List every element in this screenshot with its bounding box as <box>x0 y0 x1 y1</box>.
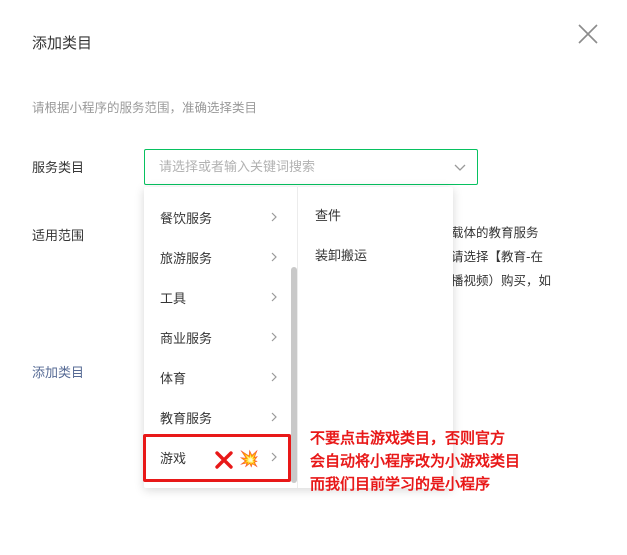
level1-item[interactable]: 餐饮服务 <box>144 197 290 237</box>
level2-item[interactable]: 装卸搬运 <box>315 245 367 264</box>
level1-item[interactable]: 教育服务 <box>144 397 290 437</box>
cross-mark-icon <box>215 451 233 469</box>
chevron-down-icon <box>454 164 466 171</box>
level1-item-label: 体育 <box>160 372 187 387</box>
scope-line: 务，请选择【教育-在 <box>426 249 544 264</box>
level1-item-label: 餐饮服务 <box>160 212 213 227</box>
service-category-label: 服务类目 <box>32 161 85 176</box>
close-icon[interactable] <box>576 22 600 46</box>
level1-item-label: 商业服务 <box>160 332 213 347</box>
scope-line: 网为载体的教育服务 <box>426 225 539 240</box>
annotation-line: 不要点击游戏类目，否则官方 <box>310 429 506 447</box>
chevron-right-icon <box>271 252 277 262</box>
chevron-right-icon <box>271 292 277 302</box>
category-select[interactable] <box>144 149 478 185</box>
level1-item[interactable]: 旅游服务 <box>144 237 290 277</box>
level2-item[interactable]: 查件 <box>315 205 341 224</box>
level1-item-label: 工具 <box>160 292 187 307</box>
chevron-right-icon <box>271 212 277 222</box>
category-hint: 请根据小程序的服务范围，准确选择类目 <box>32 100 258 115</box>
chevron-right-icon <box>271 412 277 422</box>
add-category-link[interactable]: 添加类目 <box>32 362 84 381</box>
category-search-input[interactable] <box>159 158 439 176</box>
warning-annotation: 不要点击游戏类目，否则官方 会自动将小程序改为小游戏类目 而我们目前学习的是小程… <box>310 427 520 496</box>
level1-item[interactable]: 商业服务 <box>144 317 290 357</box>
chevron-right-icon <box>271 372 277 382</box>
level1-item[interactable]: 工具 <box>144 277 290 317</box>
scope-label: 适用范围 <box>32 229 85 244</box>
chevron-right-icon <box>271 332 277 342</box>
annotation-line: 而我们目前学习的是小程序 <box>310 475 491 493</box>
explosion-icon: 💥 <box>239 449 259 468</box>
dialog-title: 添加类目 <box>32 34 93 52</box>
scope-description: 网为载体的教育服务 务，请选择【教育-在 如录播视频）购买，如 <box>426 221 606 293</box>
level1-item-label: 教育服务 <box>160 412 213 427</box>
add-category-dialog: 添加类目 请根据小程序的服务范围，准确选择类目 服务类目 适用范围 网为载体的教… <box>0 0 627 555</box>
dropdown-scrollbar[interactable] <box>291 267 297 483</box>
annotation-line: 会自动将小程序改为小游戏类目 <box>310 452 521 470</box>
scope-line: 如录播视频）购买，如 <box>426 273 552 288</box>
level1-item-label: 旅游服务 <box>160 252 213 267</box>
level1-item[interactable]: 体育 <box>144 357 290 397</box>
